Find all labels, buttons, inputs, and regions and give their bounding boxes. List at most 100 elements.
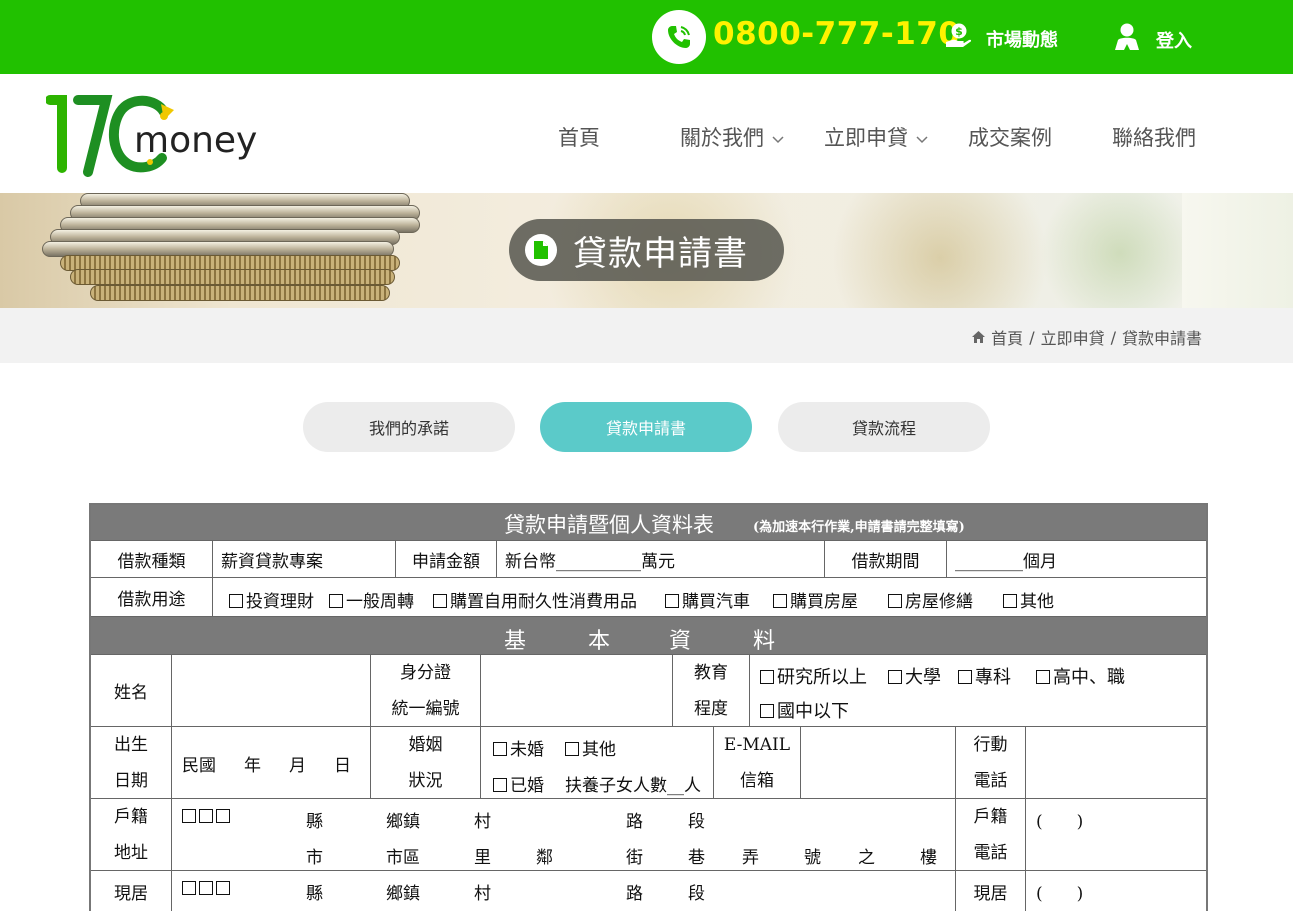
logo-word: money xyxy=(134,120,257,161)
section-basic-char: 基 xyxy=(504,629,527,654)
chevron-down-icon xyxy=(772,125,784,149)
tab-promise[interactable]: 我們的承諾 xyxy=(303,402,515,452)
nav-cases[interactable]: 成交案例 xyxy=(968,122,1052,152)
registered-phone-label: 戶籍 電話 xyxy=(956,799,1026,870)
checkbox-icon xyxy=(1003,594,1017,608)
loan-type-label: 借款種類 xyxy=(91,541,213,577)
svg-text:$: $ xyxy=(955,25,963,38)
current-phone-label: 現居 xyxy=(956,871,1026,911)
site-logo[interactable]: money xyxy=(45,92,286,180)
purpose-row: 借款用途 投資理財 一般周轉 購置自用耐久性消費用品 購買汽車 購買房屋 房屋修… xyxy=(91,578,1206,617)
loan-type-value: 薪資貸款專案 xyxy=(213,541,396,577)
marital-label: 婚姻 狀況 xyxy=(371,727,481,798)
registered-phone-field[interactable]: ( ) xyxy=(1026,799,1206,870)
name-field[interactable] xyxy=(172,655,371,726)
tab-application[interactable]: 貸款申請書 xyxy=(540,402,752,452)
top-bar: 0800-777-170 $ 市場動態 登入 xyxy=(0,0,1293,74)
nav-contact-label: 聯絡我們 xyxy=(1112,126,1196,150)
section-basic-char: 本 xyxy=(588,629,611,654)
nav-home[interactable]: 首頁 xyxy=(558,122,600,152)
registered-address-label: 戶籍 地址 xyxy=(91,799,172,870)
current-address-field[interactable]: 縣 鄉鎮 村 路 段 xyxy=(172,871,956,911)
education-options: 研究所以上 大學 專科 高中、職 國中以下 xyxy=(750,655,1206,726)
marital-unmarried-option[interactable]: 未婚 xyxy=(493,735,544,760)
id-field[interactable] xyxy=(481,655,673,726)
purpose-label: 借款用途 xyxy=(91,578,213,616)
nav-apply[interactable]: 立即申貸 xyxy=(824,122,928,152)
tab-process[interactable]: 貸款流程 xyxy=(778,402,990,452)
edu-option[interactable]: 高中、職 xyxy=(1036,663,1125,689)
user-icon xyxy=(1112,22,1142,57)
nav-about[interactable]: 關於我們 xyxy=(680,122,784,152)
edu-option[interactable]: 國中以下 xyxy=(760,697,849,723)
loan-type-row: 借款種類 薪資貸款專案 申請金額 新台幣__________萬元 借款期間 __… xyxy=(91,541,1206,578)
market-news-label: 市場動態 xyxy=(986,29,1058,51)
checkbox-icon xyxy=(773,594,787,608)
mobile-label: 行動 電話 xyxy=(956,727,1026,798)
checkbox-icon xyxy=(665,594,679,608)
registered-address-field[interactable]: 縣 鄉鎮 村 路 段 市 市區 里 鄰 街 巷 弄 號 之 樓 xyxy=(172,799,956,870)
banner-title: 貸款申請書 xyxy=(509,219,784,281)
purpose-option[interactable]: 購置自用耐久性消費用品 xyxy=(433,587,637,612)
purpose-option[interactable]: 投資理財 xyxy=(229,587,314,612)
marital-married-option[interactable]: 已婚 xyxy=(493,771,544,796)
breadcrumb-home[interactable]: 首頁 xyxy=(991,325,1023,349)
breadcrumb-level1[interactable]: 立即申貸 xyxy=(1041,325,1105,349)
edu-option[interactable]: 研究所以上 xyxy=(760,663,867,689)
login-link[interactable]: 登入 xyxy=(1112,22,1192,57)
purpose-option[interactable]: 其他 xyxy=(1003,587,1054,612)
purpose-option[interactable]: 購買房屋 xyxy=(773,587,858,612)
checkbox-icon xyxy=(229,594,243,608)
breadcrumb-separator: / xyxy=(1110,327,1116,347)
purpose-option[interactable]: 一般周轉 xyxy=(329,587,414,612)
home-icon xyxy=(972,331,986,343)
mobile-field[interactable] xyxy=(1026,727,1206,798)
breadcrumb-bar: 首頁 / 立即申貸 / 貸款申請書 xyxy=(0,308,1293,363)
section-basic-char: 料 xyxy=(753,629,776,654)
checkbox-icon xyxy=(329,594,343,608)
birth-row: 出生 日期 民國 年 月 日 婚姻 狀況 未婚 其他 已婚 扶養子女人數__人 E-… xyxy=(91,727,1206,799)
edu-option[interactable]: 專科 xyxy=(958,663,1011,689)
breadcrumb: 首頁 / 立即申貸 / 貸款申請書 xyxy=(972,325,1202,349)
section-basic-header: 基 本 資 料 xyxy=(91,617,1206,655)
nav-apply-label: 立即申貸 xyxy=(824,126,908,150)
form-title-row: 貸款申請暨個人資料表 (為加速本行作業,申請書請完整填寫) xyxy=(91,505,1206,541)
breadcrumb-separator: / xyxy=(1029,327,1035,347)
purpose-option[interactable]: 購買汽車 xyxy=(665,587,750,612)
email-label: E-MAIL 信箱 xyxy=(714,727,801,798)
form-title: 貸款申請暨個人資料表 xyxy=(504,513,714,537)
document-icon xyxy=(525,234,557,266)
breadcrumb-current: 貸款申請書 xyxy=(1121,329,1202,348)
checkbox-icon xyxy=(888,594,902,608)
birth-field[interactable]: 民國 年 月 日 xyxy=(172,727,371,798)
edu-option[interactable]: 大學 xyxy=(888,663,941,689)
amount-field[interactable]: 新台幣__________萬元 xyxy=(497,541,825,577)
nav-cases-label: 成交案例 xyxy=(968,126,1052,150)
nav-home-label: 首頁 xyxy=(558,126,600,150)
nav-contact[interactable]: 聯絡我們 xyxy=(1112,122,1196,152)
phone-icon[interactable] xyxy=(652,10,706,64)
form-title-note: (為加速本行作業,申請書請完整填寫) xyxy=(753,520,965,535)
section-basic-char: 資 xyxy=(669,629,692,654)
current-address-label: 現居 xyxy=(91,871,172,911)
birth-label: 出生 日期 xyxy=(91,727,172,798)
period-label: 借款期間 xyxy=(825,541,947,577)
marital-options: 未婚 其他 已婚 扶養子女人數__人 xyxy=(481,727,714,798)
market-news-link[interactable]: $ 市場動態 xyxy=(944,22,1058,55)
period-field[interactable]: ________個月 xyxy=(947,541,1206,577)
checkbox-icon xyxy=(433,594,447,608)
name-label: 姓名 xyxy=(91,655,172,726)
current-address-row: 現居 縣 鄉鎮 村 路 段 現居 ( ) xyxy=(91,871,1206,911)
loan-application-form: 貸款申請暨個人資料表 (為加速本行作業,申請書請完整填寫) 借款種類 薪資貸款專… xyxy=(89,503,1208,911)
phone-number[interactable]: 0800-777-170 xyxy=(713,16,960,52)
chevron-down-icon xyxy=(916,125,928,149)
children-count[interactable]: 扶養子女人數__人 xyxy=(565,771,701,796)
name-row: 姓名 身分證 統一編號 教育 程度 研究所以上 大學 專科 高中、職 國中以下 xyxy=(91,655,1206,727)
education-label: 教育 程度 xyxy=(673,655,750,726)
current-phone-field[interactable]: ( ) xyxy=(1026,871,1206,911)
marital-other-option[interactable]: 其他 xyxy=(565,735,616,760)
email-field[interactable] xyxy=(801,727,956,798)
login-label: 登入 xyxy=(1156,30,1192,52)
purpose-option[interactable]: 房屋修繕 xyxy=(888,587,973,612)
purpose-options: 投資理財 一般周轉 購置自用耐久性消費用品 購買汽車 購買房屋 房屋修繕 其他 xyxy=(213,578,1206,616)
